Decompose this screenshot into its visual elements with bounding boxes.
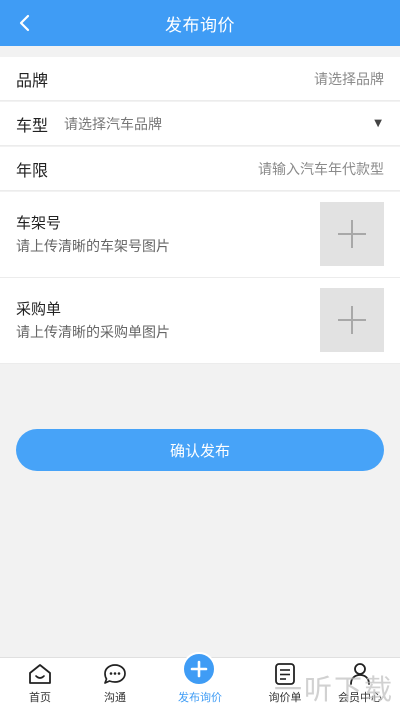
purchase-upload-row: 采购单 请上传清晰的采购单图片 [0, 278, 400, 364]
tab-publish-label: 发布询价 [178, 691, 222, 704]
purchase-upload-button[interactable] [320, 288, 384, 352]
year-input[interactable]: 请输入汽车年代款型 [258, 159, 384, 179]
tab-home-label: 首页 [29, 691, 51, 704]
chevron-left-icon [19, 14, 30, 32]
year-label: 年限 [16, 160, 49, 180]
vin-title: 车架号 [16, 214, 62, 232]
tab-chat[interactable]: 沟通 [75, 658, 155, 711]
tab-chat-label: 沟通 [104, 691, 126, 704]
dropdown-caret-icon[interactable]: ▼ [374, 118, 382, 129]
chat-icon [104, 664, 126, 684]
vin-upload-button[interactable] [320, 202, 384, 266]
brand-label: 品牌 [16, 70, 49, 90]
plus-icon [338, 220, 366, 248]
back-button[interactable] [10, 8, 40, 38]
purchase-title: 采购单 [16, 300, 62, 318]
year-row[interactable]: 年限 请输入汽车年代款型 [0, 147, 400, 191]
watermark: 一听下载 [273, 673, 394, 706]
plus-icon [338, 306, 366, 334]
brand-row[interactable]: 品牌 请选择品牌 [0, 57, 400, 101]
page-title: 发布询价 [165, 15, 235, 36]
home-icon [29, 664, 51, 684]
brand-select[interactable]: 请选择品牌 [314, 69, 384, 89]
vin-desc: 请上传清晰的车架号图片 [16, 239, 170, 255]
model-select[interactable]: 请选择汽车品牌 [64, 114, 162, 134]
purchase-desc: 请上传清晰的采购单图片 [16, 325, 170, 341]
submit-button[interactable]: 确认发布 [16, 429, 384, 471]
model-label: 车型 [16, 115, 49, 135]
model-row[interactable]: 车型 请选择汽车品牌 ▼ [0, 102, 400, 146]
publish-plus-button[interactable] [182, 652, 216, 686]
tab-home[interactable]: 首页 [0, 658, 80, 711]
top-bar: 发布询价 [0, 0, 400, 46]
vin-upload-row: 车架号 请上传清晰的车架号图片 [0, 192, 400, 278]
plus-icon [190, 660, 208, 678]
